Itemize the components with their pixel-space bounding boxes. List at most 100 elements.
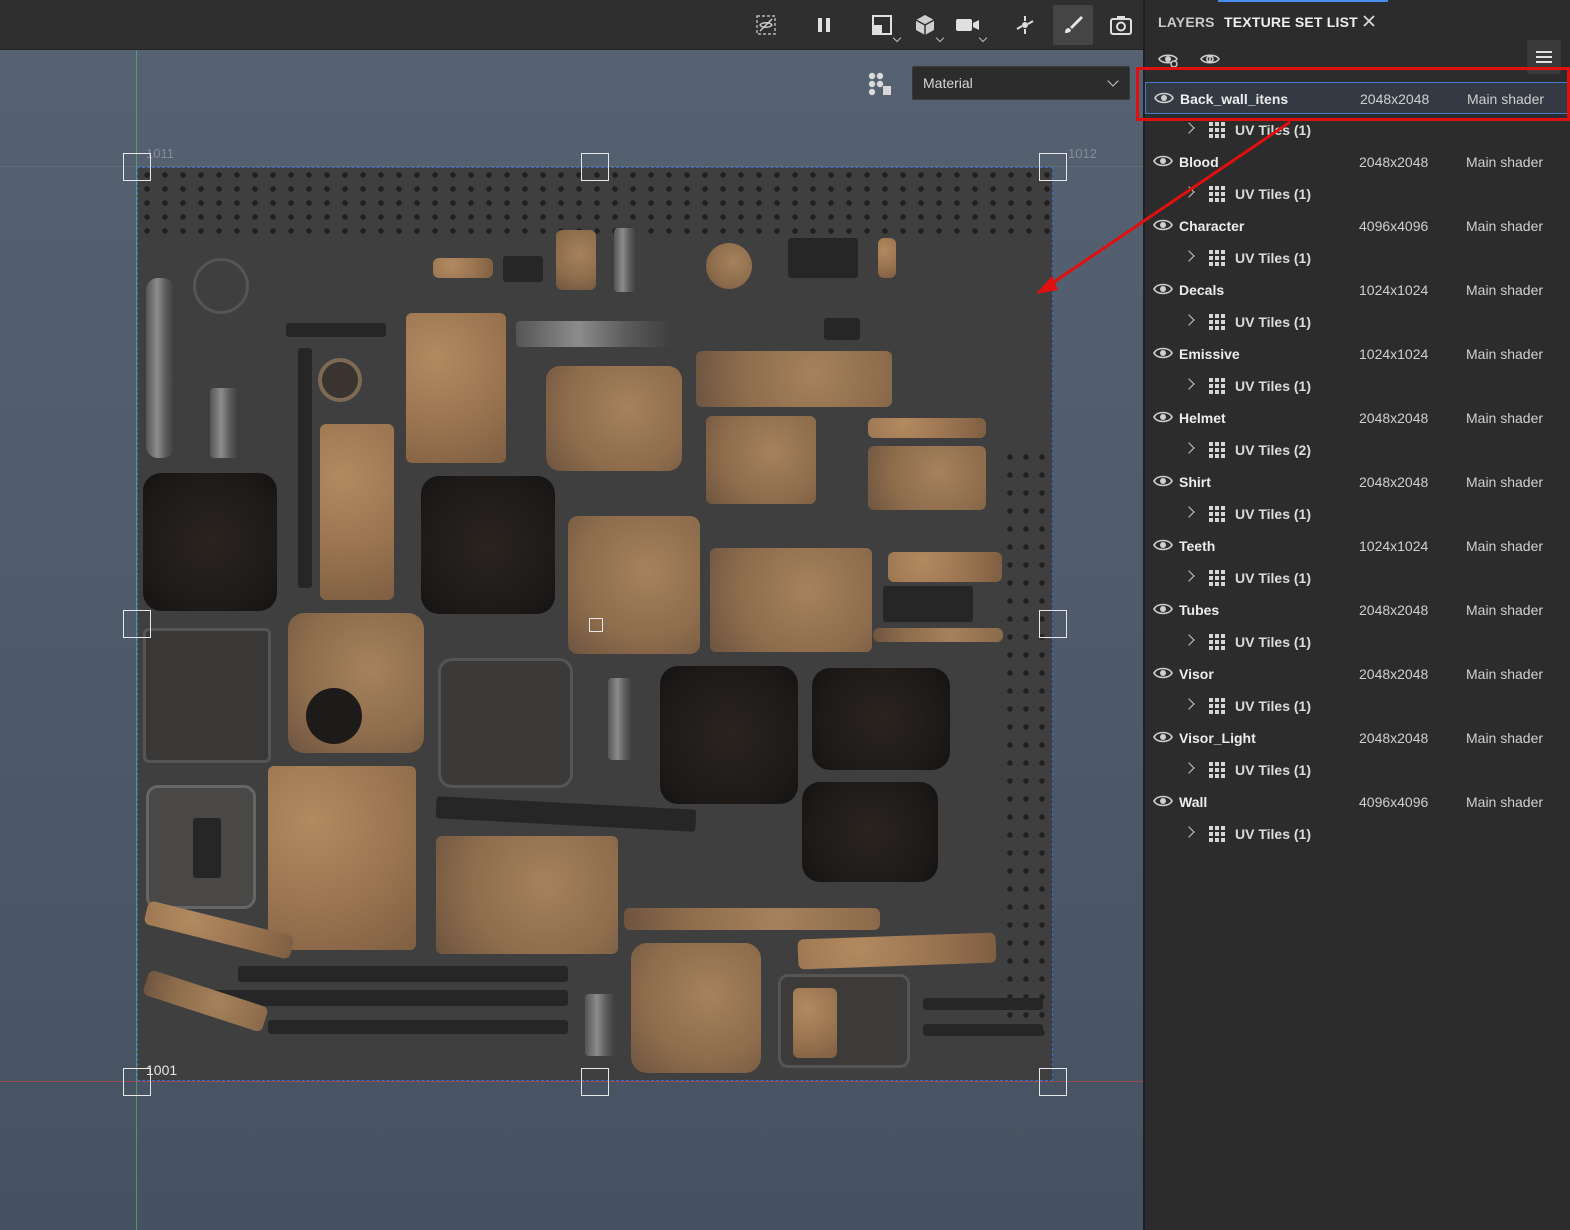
uv-island xyxy=(306,688,362,744)
screenshot-camera-icon[interactable] xyxy=(1101,5,1141,45)
uv-tiles-row[interactable]: UV Tiles (1) xyxy=(1145,562,1570,594)
texture-set-row[interactable]: Teeth 1024x1024 Main shader xyxy=(1145,530,1570,562)
uv-tiles-row[interactable]: UV Tiles (1) xyxy=(1145,690,1570,722)
transform-handle-left[interactable] xyxy=(123,610,151,638)
visibility-eye-icon[interactable] xyxy=(1153,345,1173,361)
viewport-toolbar xyxy=(0,0,1143,50)
uv-tiles-grid-icon xyxy=(1209,378,1225,394)
visibility-eye-icon[interactable] xyxy=(1153,601,1173,617)
tab-layers[interactable]: LAYERS xyxy=(1158,14,1215,30)
uv-texture-atlas[interactable] xyxy=(137,167,1053,1081)
texture-set-resolution: 2048x2048 xyxy=(1359,154,1429,170)
texture-set-name: Wall xyxy=(1179,794,1208,810)
chevron-right-icon[interactable] xyxy=(1183,634,1195,646)
chevron-right-icon[interactable] xyxy=(1183,570,1195,582)
effects-icon[interactable] xyxy=(1005,5,1045,45)
transform-handle-top-left[interactable] xyxy=(123,153,151,181)
uv-island xyxy=(238,966,568,982)
visibility-eye-icon[interactable] xyxy=(1153,793,1173,809)
visibility-eye-icon[interactable] xyxy=(1153,153,1173,169)
uv-tiles-row[interactable]: UV Tiles (1) xyxy=(1145,498,1570,530)
chevron-right-icon[interactable] xyxy=(1183,442,1195,454)
uv-tiles-label: UV Tiles (1) xyxy=(1235,762,1311,778)
split-view-icon[interactable] xyxy=(862,5,902,45)
chevron-down-icon xyxy=(935,33,945,43)
chevron-right-icon[interactable] xyxy=(1183,122,1195,134)
uv-island xyxy=(406,313,506,463)
uv-tiles-row[interactable]: UV Tiles (1) xyxy=(1145,306,1570,338)
annotation-highlight-box xyxy=(1136,67,1570,121)
visibility-eye-icon[interactable] xyxy=(1153,473,1173,489)
uv-island xyxy=(883,586,973,622)
texture-set-resolution: 2048x2048 xyxy=(1359,666,1429,682)
close-icon[interactable] xyxy=(1360,12,1378,30)
chevron-right-icon[interactable] xyxy=(1183,314,1195,326)
uv-tiles-label: UV Tiles (1) xyxy=(1235,634,1311,650)
uv-island xyxy=(286,323,386,337)
chevron-right-icon[interactable] xyxy=(1183,762,1195,774)
texture-set-resolution: 2048x2048 xyxy=(1359,730,1429,746)
panel-tabs: LAYERS TEXTURE SET LIST xyxy=(1145,0,1570,44)
uv-tiles-row[interactable]: UV Tiles (1) xyxy=(1145,178,1570,210)
texture-set-row[interactable]: Shirt 2048x2048 Main shader xyxy=(1145,466,1570,498)
visibility-eye-icon[interactable] xyxy=(1153,665,1173,681)
transform-handle-bottom[interactable] xyxy=(581,1068,609,1096)
texture-set-row[interactable]: Decals 1024x1024 Main shader xyxy=(1145,274,1570,306)
uv-tiles-row[interactable]: UV Tiles (1) xyxy=(1145,754,1570,786)
uv-tiles-row[interactable]: UV Tiles (2) xyxy=(1145,434,1570,466)
uv-island xyxy=(320,424,394,600)
cube-icon[interactable] xyxy=(905,5,945,45)
uv-tiles-label: UV Tiles (1) xyxy=(1235,186,1311,202)
transform-handle-bottom-right[interactable] xyxy=(1039,1068,1067,1096)
uv-tiles-label: UV Tiles (1) xyxy=(1235,698,1311,714)
chevron-right-icon[interactable] xyxy=(1183,826,1195,838)
visibility-eye-icon[interactable] xyxy=(1153,537,1173,553)
uv-tiles-row[interactable]: UV Tiles (1) xyxy=(1145,370,1570,402)
texture-set-row[interactable]: Wall 4096x4096 Main shader xyxy=(1145,786,1570,818)
uv-tiles-row[interactable]: UV Tiles (1) xyxy=(1145,242,1570,274)
camera-video-icon[interactable] xyxy=(948,5,988,45)
uv-island xyxy=(435,796,697,832)
visibility-eye-icon[interactable] xyxy=(1153,281,1173,297)
2d-viewport[interactable]: Material 1011 1012 1001 xyxy=(0,0,1143,1230)
uv-tiles-row[interactable]: UV Tiles (1) xyxy=(1145,626,1570,658)
chevron-right-icon[interactable] xyxy=(1183,378,1195,390)
texture-set-row[interactable]: Visor_Light 2048x2048 Main shader xyxy=(1145,722,1570,754)
display-channels-icon[interactable] xyxy=(866,70,892,96)
active-tab-indicator xyxy=(1218,0,1388,2)
texture-set-resolution: 1024x1024 xyxy=(1359,538,1429,554)
texture-set-row[interactable]: Emissive 1024x1024 Main shader xyxy=(1145,338,1570,370)
texture-set-row[interactable]: Helmet 2048x2048 Main shader xyxy=(1145,402,1570,434)
texture-set-row[interactable]: Character 4096x4096 Main shader xyxy=(1145,210,1570,242)
texture-set-row[interactable]: Tubes 2048x2048 Main shader xyxy=(1145,594,1570,626)
texture-set-row[interactable]: Blood 2048x2048 Main shader xyxy=(1145,146,1570,178)
texture-set-row[interactable]: Visor 2048x2048 Main shader xyxy=(1145,658,1570,690)
chevron-right-icon[interactable] xyxy=(1183,250,1195,262)
uv-tiles-grid-icon xyxy=(1209,122,1225,138)
pause-icon[interactable] xyxy=(804,5,844,45)
paint-brush-icon[interactable] xyxy=(1053,5,1093,45)
chevron-right-icon[interactable] xyxy=(1183,506,1195,518)
tab-texture-set-list[interactable]: TEXTURE SET LIST xyxy=(1224,14,1358,30)
chevron-right-icon[interactable] xyxy=(1183,186,1195,198)
transform-handle-top[interactable] xyxy=(581,153,609,181)
hide-icon[interactable] xyxy=(746,5,786,45)
uv-tiles-label: UV Tiles (1) xyxy=(1235,570,1311,586)
uv-island xyxy=(298,348,312,588)
chevron-right-icon[interactable] xyxy=(1183,698,1195,710)
uv-tiles-label: UV Tiles (1) xyxy=(1235,250,1311,266)
transform-handle-right[interactable] xyxy=(1039,610,1067,638)
texture-set-name: Visor xyxy=(1179,666,1214,682)
transform-handle-top-right[interactable] xyxy=(1039,153,1067,181)
display-mode-select[interactable]: Material xyxy=(912,66,1130,100)
transform-center-handle[interactable] xyxy=(589,618,603,632)
uv-tiles-grid-icon xyxy=(1209,250,1225,266)
visibility-eye-icon[interactable] xyxy=(1153,217,1173,233)
visibility-eye-icon[interactable] xyxy=(1153,409,1173,425)
uv-tiles-grid-icon xyxy=(1209,442,1225,458)
uv-tiles-row[interactable]: UV Tiles (1) xyxy=(1145,818,1570,850)
uv-island xyxy=(660,666,798,804)
uv-island xyxy=(868,446,986,510)
udim-label: 1012 xyxy=(1068,146,1097,161)
visibility-eye-icon[interactable] xyxy=(1153,729,1173,745)
